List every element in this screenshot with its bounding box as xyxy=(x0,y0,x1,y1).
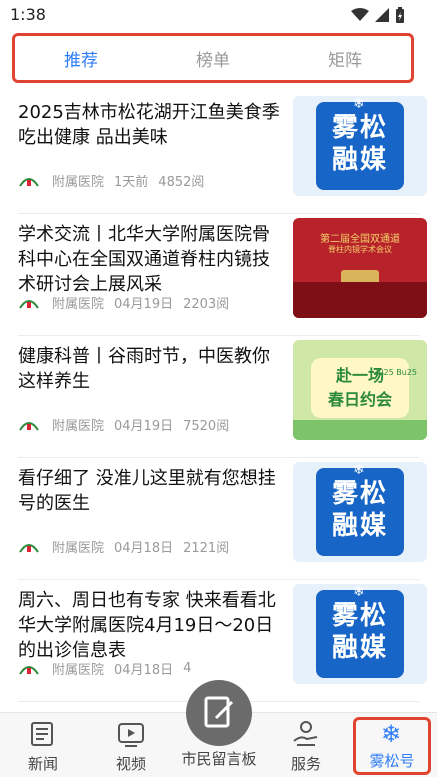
item-title: 2025吉林市松花湖开江鱼美食季 吃出健康 品出美味 xyxy=(18,102,280,148)
tab-matrix[interactable]: 矩阵 xyxy=(279,46,411,71)
brand-line1: 雾松 xyxy=(331,113,388,143)
snowflake-icon: ❄ xyxy=(353,462,365,478)
hospital-logo-icon xyxy=(19,421,39,431)
video-icon xyxy=(118,723,144,747)
signal-icon xyxy=(375,8,389,22)
snowflake-icon: ❄ xyxy=(353,584,365,600)
item-title: 看仔细了 没准儿这里就有您想挂号的医生 xyxy=(18,468,276,514)
spring-subtext: 2025 Bu25 xyxy=(373,368,417,377)
hospital-logo-icon xyxy=(19,543,39,553)
item-thumbnail: 赴一场 春日约会 2025 Bu25 xyxy=(293,340,427,440)
edit-icon xyxy=(204,696,234,728)
nav-service-label: 服务 xyxy=(290,755,321,773)
item-thumbnail: 雾松 融媒 ❄ xyxy=(293,96,427,196)
spring-banner: 赴一场 春日约会 xyxy=(311,358,409,418)
item-thumbnail: 第二届全国双通道 脊柱内镜学术会议 xyxy=(293,218,427,318)
item-meta: 附属医院 04月18日 4 xyxy=(18,659,201,678)
status-bar: 1:38 xyxy=(0,0,437,30)
brand-logo: 雾松 融媒 xyxy=(316,468,404,556)
brand-line1: 雾松 xyxy=(331,601,388,631)
brand-line2: 融媒 xyxy=(331,633,388,663)
item-time: 04月18日 xyxy=(114,541,174,556)
list-item[interactable]: 健康科普丨谷雨时节，中医教你这样养生 附属医院 04月19日 7520阅 赴一场… xyxy=(18,336,427,458)
brand-line2: 融媒 xyxy=(331,145,388,175)
item-time: 04月19日 xyxy=(114,297,174,312)
tab-ranking[interactable]: 榜单 xyxy=(147,46,279,71)
item-meta: 附属医院 1天前 4852阅 xyxy=(18,171,214,190)
brand-line1: 雾松 xyxy=(331,479,388,509)
status-icons xyxy=(351,7,405,23)
conference-subtitle: 脊柱内镜学术会议 xyxy=(328,245,392,254)
item-meta: 附属医院 04月18日 2121阅 xyxy=(18,537,239,556)
status-time: 1:38 xyxy=(10,5,46,24)
item-title: 学术交流丨北华大学附属医院骨科中心在全国双通道脊柱内镜技术研讨会上展风采 xyxy=(18,224,270,295)
item-source: 附属医院 xyxy=(52,297,105,312)
item-title: 健康科普丨谷雨时节，中医教你这样养生 xyxy=(18,346,270,392)
wifi-icon xyxy=(351,8,369,21)
grass-illustration xyxy=(293,420,427,440)
item-meta: 附属医院 04月19日 7520阅 xyxy=(18,415,239,434)
brand-logo: 雾松 融媒 xyxy=(316,590,404,678)
item-meta: 附属医院 04月19日 2203阅 xyxy=(18,293,239,312)
message-board-label: 市民留言板 xyxy=(181,750,257,768)
nav-service[interactable]: 服务 xyxy=(271,719,341,774)
item-source: 附属医院 xyxy=(52,175,105,190)
list-item[interactable]: 学术交流丨北华大学附属医院骨科中心在全国双通道脊柱内镜技术研讨会上展风采 附属医… xyxy=(18,214,427,336)
list-item[interactable]: 看仔细了 没准儿这里就有您想挂号的医生 附属医院 04月18日 2121阅 雾松… xyxy=(18,458,427,580)
item-time: 04月18日 xyxy=(114,663,174,678)
message-board-button[interactable] xyxy=(186,680,252,746)
service-hand-icon xyxy=(293,721,318,746)
nav-video[interactable]: 视频 xyxy=(96,719,166,774)
nav-news[interactable]: 新闻 xyxy=(8,719,78,774)
item-views: 4852阅 xyxy=(158,175,205,190)
item-views: 7520阅 xyxy=(183,419,230,434)
news-feed: 2025吉林市松花湖开江鱼美食季 吃出健康 品出美味 附属医院 1天前 4852… xyxy=(0,92,437,702)
nav-wusong[interactable]: ❄ 雾松号 xyxy=(353,717,431,775)
item-thumbnail: 雾松 融媒 ❄ xyxy=(293,584,427,684)
top-tab-bar: 推荐 榜单 矩阵 xyxy=(12,33,414,83)
snowflake-icon: ❄ xyxy=(381,720,402,748)
item-source: 附属医院 xyxy=(52,419,105,434)
item-source: 附属医院 xyxy=(52,663,105,678)
snowflake-icon: ❄ xyxy=(353,96,365,112)
tab-recommend[interactable]: 推荐 xyxy=(15,46,147,71)
brand-line2: 融媒 xyxy=(331,511,388,541)
spring-line2: 春日约会 xyxy=(327,390,392,409)
item-source: 附属医院 xyxy=(52,541,105,556)
list-item[interactable]: 2025吉林市松花湖开江鱼美食季 吃出健康 品出美味 附属医院 1天前 4852… xyxy=(18,92,427,214)
item-views: 2203阅 xyxy=(183,297,230,312)
brand-logo: 雾松 融媒 xyxy=(316,102,404,190)
item-thumbnail: 雾松 融媒 ❄ xyxy=(293,462,427,562)
nav-wusong-label: 雾松号 xyxy=(369,752,415,770)
item-time: 1天前 xyxy=(114,175,149,190)
conference-title: 第二届全国双通道 xyxy=(320,234,400,245)
hospital-logo-icon xyxy=(19,177,39,187)
ground-illustration xyxy=(293,282,427,318)
nav-video-label: 视频 xyxy=(115,755,146,773)
item-title: 周六、周日也有专家 快来看看北华大学附属医院4月19日～20日的出诊信息表 xyxy=(18,590,276,661)
newspaper-icon xyxy=(31,722,53,746)
item-views: 2121阅 xyxy=(183,541,230,556)
battery-icon xyxy=(396,7,404,23)
item-time: 04月19日 xyxy=(114,419,174,434)
hospital-logo-icon xyxy=(19,299,39,309)
nav-news-label: 新闻 xyxy=(27,755,58,773)
hospital-logo-icon xyxy=(19,665,39,675)
item-views: 4 xyxy=(183,661,192,676)
